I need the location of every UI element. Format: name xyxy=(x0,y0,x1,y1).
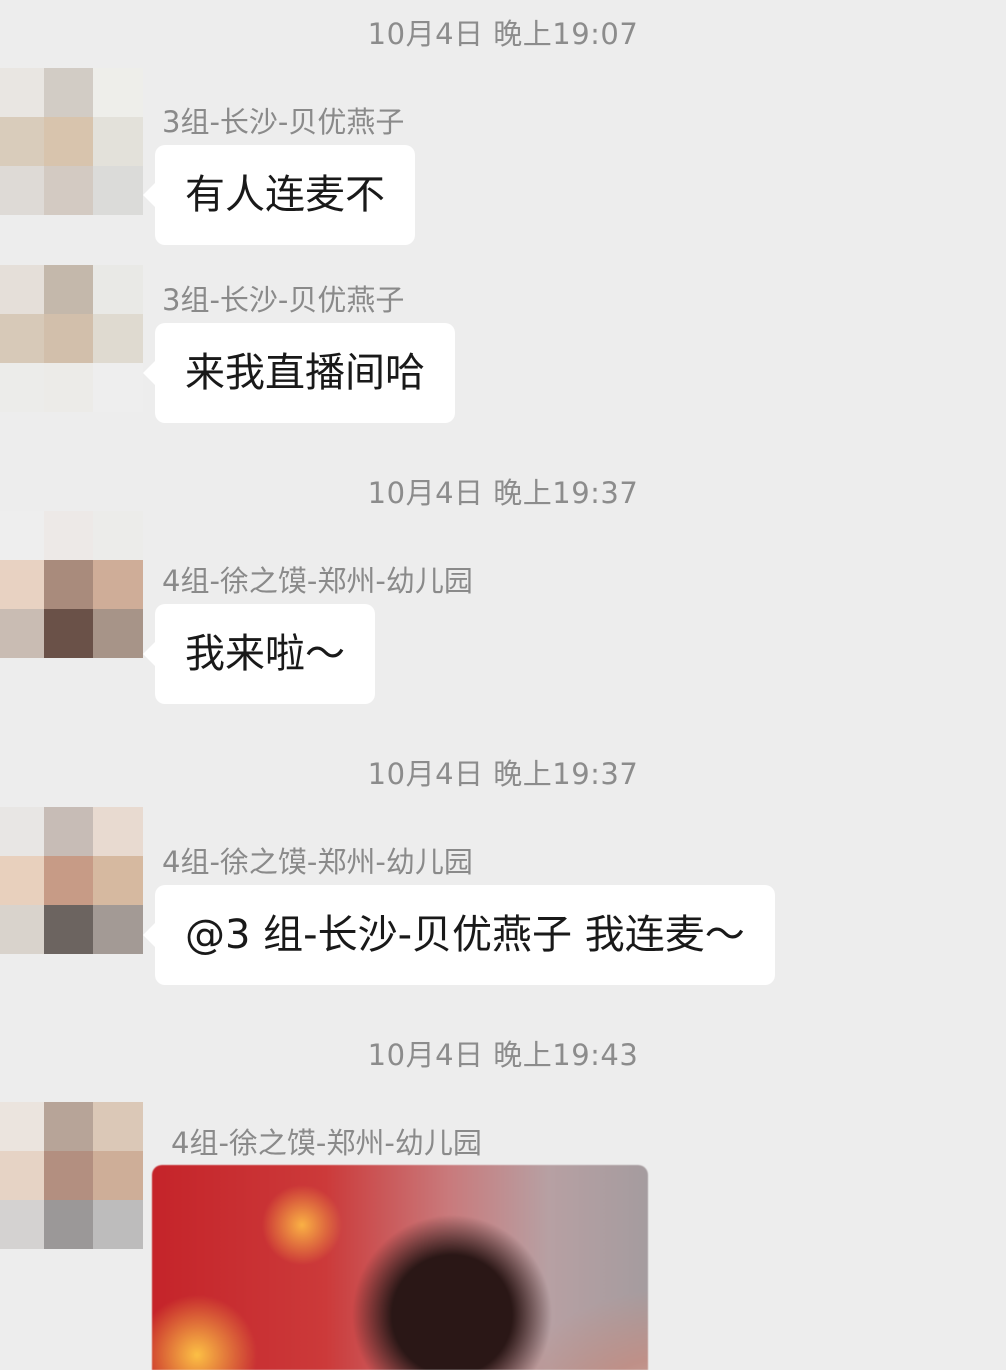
avatar-pixel xyxy=(0,166,44,215)
avatar-pixel xyxy=(0,609,44,658)
avatar-pixel xyxy=(93,314,143,363)
chat-view[interactable]: 10月4日 晚上19:07 3组-长沙-贝优燕子 有人连麦不 3组-长沙-贝优燕… xyxy=(0,0,1006,1370)
avatar-pixel xyxy=(44,807,93,856)
avatar-pixel xyxy=(0,314,44,363)
avatar-pixel xyxy=(44,511,93,560)
avatar-pixel xyxy=(0,905,44,954)
message-timestamp: 10月4日 晚上19:37 xyxy=(367,757,639,791)
message-timestamp: 10月4日 晚上19:43 xyxy=(367,1038,639,1072)
sender-avatar[interactable] xyxy=(0,265,143,412)
avatar-pixel xyxy=(0,856,44,905)
avatar-pixel xyxy=(0,68,44,117)
avatar-pixel xyxy=(44,1102,93,1151)
avatar-pixel xyxy=(44,265,93,314)
message-bubble[interactable]: 我来啦～ xyxy=(143,604,375,704)
avatar-pixel xyxy=(93,609,143,658)
avatar-pixel xyxy=(93,265,143,314)
message-bubble[interactable]: @3 组-长沙-贝优燕子 我连麦～ xyxy=(143,885,775,985)
sender-name: 4组-徐之馍-郑州-幼儿园 xyxy=(162,564,473,598)
message-bubble[interactable]: 来我直播间哈 xyxy=(143,323,455,423)
avatar-pixel xyxy=(44,1200,93,1249)
avatar-pixel xyxy=(0,1102,44,1151)
avatar-pixel xyxy=(93,363,143,412)
avatar-pixel xyxy=(93,560,143,609)
avatar-pixel xyxy=(93,1200,143,1249)
avatar-pixel xyxy=(93,68,143,117)
avatar-pixel xyxy=(44,314,93,363)
avatar-pixel xyxy=(0,265,44,314)
avatar-pixel xyxy=(0,560,44,609)
sender-name: 4组-徐之馍-郑州-幼儿园 xyxy=(171,1126,482,1160)
message-timestamp: 10月4日 晚上19:37 xyxy=(367,476,639,510)
message-bubble[interactable]: 有人连麦不 xyxy=(143,145,415,245)
message-timestamp: 10月4日 晚上19:07 xyxy=(367,17,639,51)
avatar-pixel xyxy=(93,166,143,215)
avatar-pixel xyxy=(93,511,143,560)
sender-avatar[interactable] xyxy=(0,1102,143,1249)
avatar-pixel xyxy=(93,1102,143,1151)
avatar-pixel xyxy=(93,807,143,856)
sender-avatar[interactable] xyxy=(0,807,143,954)
avatar-pixel xyxy=(93,856,143,905)
avatar-pixel xyxy=(44,560,93,609)
avatar-pixel xyxy=(93,1151,143,1200)
avatar-pixel xyxy=(44,1151,93,1200)
avatar-pixel xyxy=(44,68,93,117)
avatar-pixel xyxy=(44,609,93,658)
sender-name: 3组-长沙-贝优燕子 xyxy=(162,283,405,317)
avatar-pixel xyxy=(93,905,143,954)
avatar-pixel xyxy=(0,511,44,560)
sender-avatar[interactable] xyxy=(0,68,143,215)
avatar-pixel xyxy=(0,117,44,166)
avatar-pixel xyxy=(0,807,44,856)
sender-avatar[interactable] xyxy=(0,511,143,658)
avatar-pixel xyxy=(0,1200,44,1249)
avatar-pixel xyxy=(0,363,44,412)
avatar-pixel xyxy=(0,1151,44,1200)
avatar-pixel xyxy=(44,166,93,215)
image-message[interactable] xyxy=(152,1165,648,1370)
avatar-pixel xyxy=(44,117,93,166)
avatar-pixel xyxy=(44,905,93,954)
sender-name: 4组-徐之馍-郑州-幼儿园 xyxy=(162,845,473,879)
avatar-pixel xyxy=(44,856,93,905)
avatar-pixel xyxy=(93,117,143,166)
avatar-pixel xyxy=(44,363,93,412)
sender-name: 3组-长沙-贝优燕子 xyxy=(162,105,405,139)
